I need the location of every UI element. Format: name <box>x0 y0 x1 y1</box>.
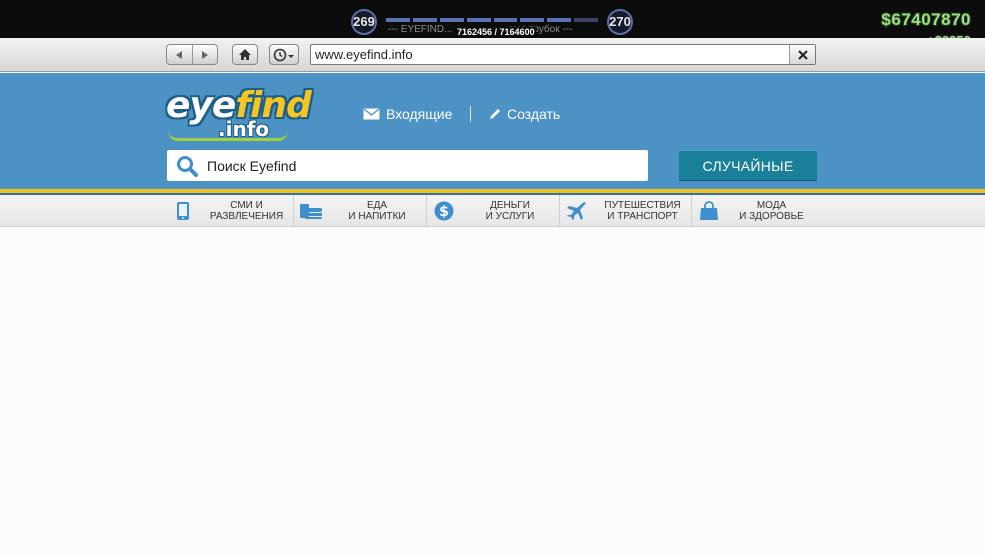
rank-current-badge: 269 <box>351 9 377 35</box>
category-line2: И ТРАНСПОРТ <box>607 210 678 222</box>
category-media[interactable]: СМИ И РАЗВЛЕЧЕНИЯ <box>166 195 294 226</box>
nav-buttons <box>166 44 218 65</box>
phone-icon <box>177 201 189 220</box>
back-arrow-icon <box>176 50 183 59</box>
svg-text:$: $ <box>439 204 449 220</box>
search-icon <box>177 155 198 177</box>
create-label: Создать <box>507 106 561 122</box>
category-line2: И НАПИТКИ <box>348 210 406 222</box>
page-content-area <box>0 228 985 555</box>
food-icon <box>300 203 322 219</box>
home-button[interactable] <box>232 44 258 65</box>
category-line2: И ЗДОРОВЬЕ <box>739 210 804 222</box>
game-hud: 269 --- EYEFIND... ема трубок --- 716245… <box>0 0 985 48</box>
search-input[interactable] <box>207 151 627 180</box>
category-line1: ДЕНЬГИ <box>490 199 530 211</box>
shopping-bag-icon <box>700 200 718 220</box>
pencil-icon <box>490 109 500 119</box>
logo-swoosh <box>168 131 288 141</box>
random-button[interactable]: СЛУЧАЙНЫЕ <box>679 151 817 181</box>
eyefind-logo[interactable]: eyefind .info <box>166 83 312 145</box>
home-icon <box>239 49 251 60</box>
category-bar: СМИ И РАЗВЛЕЧЕНИЯ ЕДА И НАПИТКИ $ ДЕНЬГИ И … <box>0 195 985 227</box>
forward-arrow-icon <box>201 50 208 59</box>
browser-toolbar <box>0 38 985 72</box>
rank-next-badge: 270 <box>607 9 633 35</box>
inbox-label: Входящие <box>386 106 453 122</box>
history-button[interactable] <box>269 44 299 65</box>
search-box[interactable] <box>167 150 648 181</box>
clear-url-button[interactable] <box>789 45 815 64</box>
category-money[interactable]: $ ДЕНЬГИ И УСЛУГИ <box>427 195 560 226</box>
category-line2: И УСЛУГИ <box>485 210 535 222</box>
xp-counter: 7162456 / 7164600 <box>456 27 536 37</box>
category-fashion[interactable]: МОДА И ЗДОРОВЬЕ <box>692 195 817 226</box>
inbox-link[interactable]: Входящие <box>363 106 452 122</box>
dollar-icon: $ <box>434 201 454 220</box>
category-line2: РАЗВЛЕЧЕНИЯ <box>209 210 284 222</box>
category-line1: ЕДА <box>366 199 388 211</box>
clock-icon <box>273 48 294 61</box>
category-line1: СМИ И <box>230 199 263 211</box>
back-button[interactable] <box>167 45 193 64</box>
category-food[interactable]: ЕДА И НАПИТКИ <box>294 195 427 226</box>
close-icon <box>797 49 808 60</box>
forward-button[interactable] <box>193 45 218 64</box>
url-input[interactable] <box>311 45 781 64</box>
category-line1: МОДА <box>756 199 787 211</box>
header-separator <box>470 106 471 122</box>
site-header: eyefind .info Входящие Создать СЛУЧАЙНЫЕ <box>0 73 985 189</box>
envelope-icon <box>363 108 380 120</box>
create-link[interactable]: Создать <box>489 106 560 122</box>
money-balance: $67407870 <box>881 10 971 29</box>
xp-progress-bar <box>386 18 598 22</box>
category-line1: ПУТЕШЕСТВИЯ <box>604 199 681 211</box>
address-bar[interactable] <box>310 44 816 65</box>
category-travel[interactable]: ПУТЕШЕСТВИЯ И ТРАНСПОРТ <box>560 195 692 226</box>
airplane-icon <box>567 201 586 220</box>
